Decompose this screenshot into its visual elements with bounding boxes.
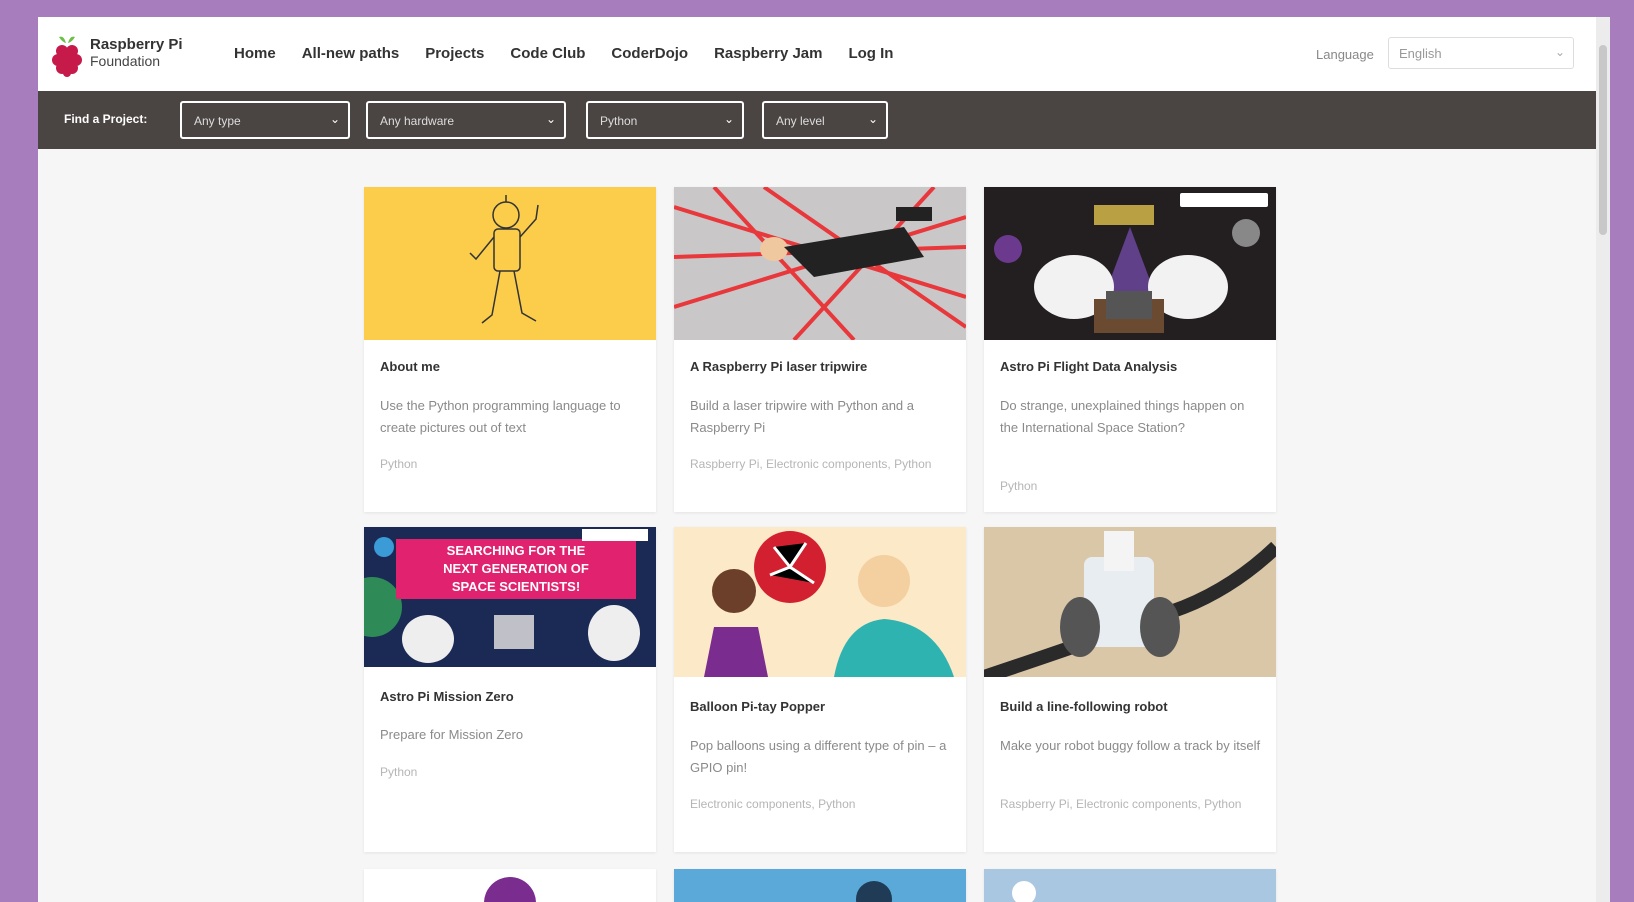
card-title[interactable]: Astro Pi Flight Data Analysis bbox=[1000, 359, 1262, 374]
laser-tripwire-image bbox=[674, 187, 966, 340]
project-card-partial-2[interactable] bbox=[674, 869, 966, 902]
card-tags: Raspberry Pi, Electronic components, Pyt… bbox=[1000, 797, 1242, 811]
nav-all-new-paths[interactable]: All-new paths bbox=[302, 45, 400, 62]
nav-projects[interactable]: Projects bbox=[425, 45, 484, 62]
card-image-partial bbox=[674, 869, 966, 902]
banner-line-1: SEARCHING FOR THE bbox=[447, 543, 586, 558]
language-filter-value: Python bbox=[600, 114, 638, 128]
card-description: Pop balloons using a different type of p… bbox=[690, 738, 947, 775]
robot-drawing-image bbox=[364, 187, 656, 340]
project-card-partial-3[interactable] bbox=[984, 869, 1276, 902]
mission-zero-image: SEARCHING FOR THE NEXT GENERATION OF SPA… bbox=[364, 527, 656, 667]
main-nav: Home All-new paths Projects Code Club Co… bbox=[234, 45, 919, 62]
project-card-balloon-popper[interactable]: Balloon Pi-tay Popper Pop balloons using… bbox=[674, 527, 966, 852]
balloon-popper-image bbox=[674, 527, 966, 677]
scrollbar-thumb[interactable] bbox=[1599, 45, 1607, 235]
project-card-line-following-robot[interactable]: Build a line-following robot Make your r… bbox=[984, 527, 1276, 852]
page-scrollbar[interactable] bbox=[1596, 17, 1610, 902]
chevron-down-icon: ⌄ bbox=[1554, 45, 1565, 59]
card-image-partial bbox=[984, 869, 1276, 902]
space-station-image bbox=[984, 187, 1276, 340]
type-select[interactable]: Any type ⌄ bbox=[180, 101, 350, 139]
nav-log-in[interactable]: Log In bbox=[848, 45, 893, 62]
project-filter-bar: Find a Project: Any type ⌄ Any hardware … bbox=[38, 91, 1610, 149]
card-description: Use the Python programming language to c… bbox=[380, 398, 621, 435]
card-title[interactable]: A Raspberry Pi laser tripwire bbox=[690, 359, 952, 374]
browser-window: Raspberry Pi Foundation Home All-new pat… bbox=[38, 17, 1610, 902]
card-tags: Electronic components, Python bbox=[690, 797, 856, 811]
project-card-partial-1[interactable] bbox=[364, 869, 656, 902]
project-card-laser-tripwire[interactable]: A Raspberry Pi laser tripwire Build a la… bbox=[674, 187, 966, 512]
banner-line-3: SPACE SCIENTISTS! bbox=[452, 579, 580, 594]
chevron-down-icon: ⌄ bbox=[867, 112, 878, 126]
card-tags: Raspberry Pi, Electronic components, Pyt… bbox=[690, 457, 932, 471]
nav-code-club[interactable]: Code Club bbox=[510, 45, 585, 62]
chevron-down-icon: ⌄ bbox=[329, 112, 340, 126]
card-image-partial bbox=[364, 869, 656, 902]
card-description: Build a laser tripwire with Python and a… bbox=[690, 398, 915, 435]
chevron-down-icon: ⌄ bbox=[723, 112, 734, 126]
language-filter-select[interactable]: Python ⌄ bbox=[586, 101, 744, 139]
project-card-astro-pi-mission-zero[interactable]: SEARCHING FOR THE NEXT GENERATION OF SPA… bbox=[364, 527, 656, 852]
nav-coderdojo[interactable]: CoderDojo bbox=[611, 45, 688, 62]
language-label: Language bbox=[1316, 47, 1374, 62]
brand-name[interactable]: Raspberry Pi Foundation bbox=[90, 36, 183, 70]
chevron-down-icon: ⌄ bbox=[545, 112, 556, 126]
top-navigation: Raspberry Pi Foundation Home All-new pat… bbox=[38, 17, 1610, 91]
card-title[interactable]: About me bbox=[380, 359, 642, 374]
robot-buggy-image bbox=[984, 527, 1276, 677]
filter-label: Find a Project: bbox=[64, 112, 148, 126]
nav-home[interactable]: Home bbox=[234, 45, 276, 62]
nav-raspberry-jam[interactable]: Raspberry Jam bbox=[714, 45, 822, 62]
card-title[interactable]: Balloon Pi-tay Popper bbox=[690, 699, 952, 714]
language-select[interactable]: English ⌄ bbox=[1388, 37, 1574, 69]
level-select-value: Any level bbox=[776, 114, 825, 128]
project-card-astro-pi-flight-data[interactable]: Astro Pi Flight Data Analysis Do strange… bbox=[984, 187, 1276, 512]
card-title[interactable]: Astro Pi Mission Zero bbox=[380, 689, 642, 704]
banner-line-2: NEXT GENERATION OF bbox=[443, 561, 589, 576]
card-tags: Python bbox=[380, 457, 418, 471]
hardware-select-value: Any hardware bbox=[380, 114, 455, 128]
raspberry-pi-logo-icon[interactable] bbox=[50, 33, 84, 77]
card-title[interactable]: Build a line-following robot bbox=[1000, 699, 1262, 714]
card-description: Prepare for Mission Zero bbox=[380, 727, 524, 742]
project-card-about-me[interactable]: About me Use the Python programming lang… bbox=[364, 187, 656, 512]
card-tags: Python bbox=[380, 765, 418, 779]
type-select-value: Any type bbox=[194, 114, 241, 128]
card-tags: Python bbox=[1000, 479, 1038, 493]
card-description: Make your robot buggy follow a track by … bbox=[1000, 738, 1261, 753]
brand-line-2: Foundation bbox=[90, 53, 161, 69]
brand-line-1: Raspberry Pi bbox=[90, 36, 183, 53]
hardware-select[interactable]: Any hardware ⌄ bbox=[366, 101, 566, 139]
card-description: Do strange, unexplained things happen on… bbox=[1000, 398, 1245, 435]
level-select[interactable]: Any level ⌄ bbox=[762, 101, 888, 139]
language-value: English bbox=[1399, 46, 1442, 61]
